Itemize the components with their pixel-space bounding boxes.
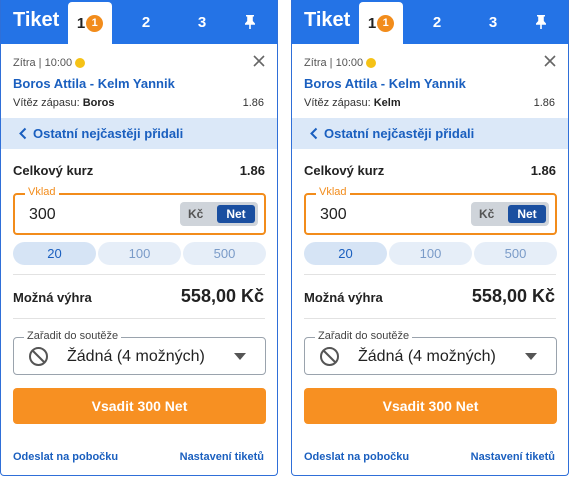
- quick-amount-button[interactable]: 100: [98, 242, 181, 265]
- total-odds-value: 1.86: [530, 163, 556, 178]
- popular-bets-label: Ostatní nejčastěji přidali: [324, 126, 475, 141]
- quick-amount-button[interactable]: 20: [304, 242, 387, 265]
- quick-amount-button[interactable]: 500: [474, 242, 557, 265]
- quick-amount-button[interactable]: 20: [13, 242, 96, 265]
- divider: [304, 274, 556, 275]
- close-icon[interactable]: [543, 54, 557, 68]
- event-meta: Zítra | 10:00: [304, 57, 377, 69]
- tab-1[interactable]: 1 1: [359, 2, 403, 44]
- popular-bets-label: Ostatní nejčastěji přidali: [33, 126, 184, 141]
- event-time: Zítra | 10:00: [304, 57, 364, 69]
- contest-legend: Zařadit do soutěže: [315, 330, 413, 342]
- contest-select[interactable]: Zařadit do soutěže Žádná (4 možných): [13, 330, 266, 375]
- total-odds-value: 1.86: [239, 163, 265, 178]
- panel-gutter: [278, 0, 291, 477]
- chevron-left-icon: [310, 127, 318, 140]
- sun-icon: [366, 58, 377, 68]
- possible-win-label: Možná výhra: [13, 290, 92, 305]
- total-odds-row: Celkový kurz 1.86: [13, 163, 265, 178]
- tab-2[interactable]: 2: [131, 0, 161, 44]
- market-selection: Kelm: [373, 97, 401, 109]
- divider: [304, 318, 556, 319]
- contest-value: Žádná (4 možných): [358, 348, 496, 365]
- possible-win-value: 558,00 Kč: [180, 286, 264, 306]
- send-to-branch-link[interactable]: Odeslat na pobočku: [13, 451, 118, 463]
- quick-amount-button[interactable]: 100: [389, 242, 472, 265]
- total-odds-label: Celkový kurz: [304, 163, 385, 178]
- popular-bets-bar[interactable]: Ostatní nejčastěji přidali: [292, 118, 568, 149]
- place-bet-button[interactable]: Vsadit 300 Net: [304, 388, 557, 424]
- bet-event: Zítra | 10:00 Boros Attila - Kelm Yannik…: [1, 44, 277, 118]
- no-entry-icon: [320, 347, 339, 366]
- event-odd: 1.86: [242, 97, 264, 109]
- ticket-header: Tiket 1 1 2 3: [1, 0, 277, 44]
- event-odd: 1.86: [533, 97, 555, 109]
- caret-down-icon: [525, 353, 537, 360]
- ticket-title: Tiket: [304, 9, 351, 31]
- chevron-left-icon: [19, 127, 27, 140]
- pin-icon: [245, 15, 255, 29]
- divider: [13, 318, 265, 319]
- ticket-settings-link[interactable]: Nastavení tiketů: [180, 451, 264, 463]
- pin-icon: [536, 15, 546, 29]
- tab-2[interactable]: 2: [422, 0, 452, 44]
- stake-input[interactable]: 300: [320, 206, 347, 224]
- event-time: Zítra | 10:00: [13, 57, 73, 69]
- stake-field[interactable]: Vklad 300 Kč Net: [304, 186, 557, 235]
- tab-1-label: 1: [76, 14, 86, 32]
- no-entry-icon: [29, 347, 48, 366]
- currency-kc-option[interactable]: Kč: [188, 207, 203, 221]
- tab-3[interactable]: 3: [478, 0, 508, 44]
- event-market: Vítěz zápasu: Kelm: [304, 97, 401, 109]
- tab-1[interactable]: 1 1: [68, 2, 112, 44]
- send-to-branch-link[interactable]: Odeslat na pobočku: [304, 451, 409, 463]
- bet-event: Zítra | 10:00 Boros Attila - Kelm Yannik…: [292, 44, 568, 118]
- stake-input[interactable]: 300: [29, 206, 56, 224]
- market-selection: Boros: [82, 97, 115, 109]
- caret-down-icon: [234, 353, 246, 360]
- pin-button[interactable]: [526, 0, 556, 44]
- currency-kc-option[interactable]: Kč: [479, 207, 494, 221]
- contest-value: Žádná (4 možných): [67, 348, 205, 365]
- ticket-title: Tiket: [13, 9, 60, 31]
- contest-select[interactable]: Zařadit do soutěže Žádná (4 možných): [304, 330, 557, 375]
- tab-3[interactable]: 3: [187, 0, 217, 44]
- event-meta: Zítra | 10:00: [13, 57, 86, 69]
- ticket-panel-left: Tiket 1 1 2 3 Zítra | 10:00 Boros Attila…: [0, 0, 278, 476]
- possible-win-value: 558,00 Kč: [471, 286, 555, 306]
- total-odds-label: Celkový kurz: [13, 163, 94, 178]
- tab-1-label: 1: [367, 14, 377, 32]
- contest-legend: Zařadit do soutěže: [24, 330, 122, 342]
- total-odds-row: Celkový kurz 1.86: [304, 163, 556, 178]
- ticket-header: Tiket 1 1 2 3: [292, 0, 568, 44]
- currency-toggle[interactable]: Kč Net: [180, 202, 258, 226]
- popular-bets-bar[interactable]: Ostatní nejčastěji přidali: [1, 118, 277, 149]
- close-icon[interactable]: [252, 54, 266, 68]
- tab-1-badge: 1: [86, 14, 104, 32]
- currency-toggle[interactable]: Kč Net: [471, 202, 549, 226]
- event-market: Vítěz zápasu: Boros: [13, 97, 115, 109]
- event-name[interactable]: Boros Attila - Kelm Yannik: [304, 76, 466, 91]
- stake-field[interactable]: Vklad 300 Kč Net: [13, 186, 266, 235]
- market-label: Vítěz zápasu:: [304, 97, 371, 109]
- ticket-panel-right: Tiket 1 1 2 3 Zítra | 10:00 Boros Attila…: [291, 0, 569, 476]
- quick-amount-button[interactable]: 500: [183, 242, 266, 265]
- stake-legend: Vklad: [25, 186, 59, 198]
- market-label: Vítěz zápasu:: [13, 97, 80, 109]
- currency-net-option[interactable]: Net: [217, 205, 255, 223]
- ticket-settings-link[interactable]: Nastavení tiketů: [471, 451, 555, 463]
- place-bet-button[interactable]: Vsadit 300 Net: [13, 388, 266, 424]
- currency-net-option[interactable]: Net: [508, 205, 546, 223]
- possible-win-label: Možná výhra: [304, 290, 383, 305]
- event-name[interactable]: Boros Attila - Kelm Yannik: [13, 76, 175, 91]
- stake-legend: Vklad: [316, 186, 350, 198]
- pin-button[interactable]: [235, 0, 265, 44]
- divider: [13, 274, 265, 275]
- tab-1-badge: 1: [377, 14, 395, 32]
- sun-icon: [75, 58, 86, 68]
